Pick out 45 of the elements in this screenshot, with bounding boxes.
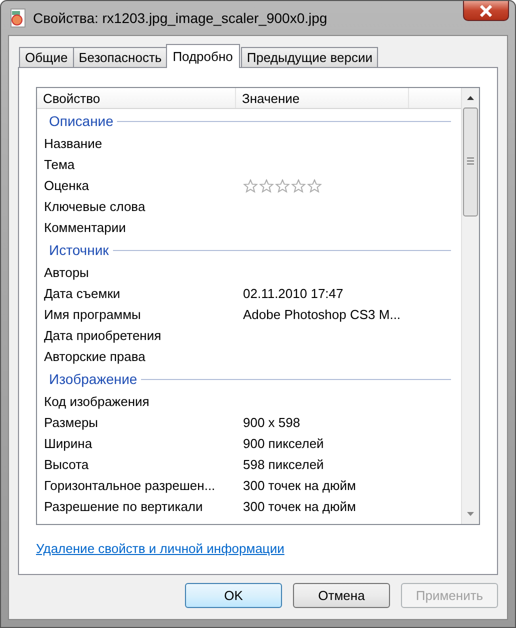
property-name: Высота (44, 457, 90, 472)
column-header[interactable]: Свойство (37, 88, 236, 108)
property-name: Дата приобретения (44, 328, 162, 343)
property-name: Комментарии (44, 220, 127, 235)
star-icon[interactable] (307, 178, 322, 192)
close-button[interactable] (463, 1, 509, 21)
property-value: 598 пикселей (243, 457, 324, 472)
tab[interactable]: Предыдущие версии (240, 47, 378, 67)
property-value: 900 пикселей (243, 436, 324, 451)
tab[interactable]: Подробно (166, 44, 240, 68)
property-name: Тема (44, 157, 76, 172)
property-name: Ширина (44, 436, 94, 451)
scrollbar[interactable] (461, 88, 479, 524)
property-name: Название (44, 136, 104, 151)
property-name: Ключевые слова (44, 199, 146, 214)
property-name: Оценка (44, 178, 90, 193)
property-value: 900 x 598 (243, 415, 300, 430)
group-heading: Описание (49, 113, 114, 129)
property-name: Код изображения (44, 394, 150, 409)
star-icon[interactable] (259, 178, 274, 192)
tab[interactable]: Общие (19, 47, 74, 67)
close-icon (479, 4, 493, 16)
dialog-button[interactable]: OK (185, 583, 282, 608)
group-heading: Источник (49, 242, 110, 258)
property-name: Авторские права (44, 349, 146, 364)
tab[interactable]: Безопасность (72, 47, 168, 67)
remove-properties-link[interactable]: Удаление свойств и личной информации (36, 541, 284, 556)
property-name: Авторы (44, 265, 90, 280)
star-icon[interactable] (275, 178, 290, 192)
property-name: Имя программы (44, 307, 142, 322)
property-name: Горизонтальное разрешен... (44, 478, 216, 493)
property-name: Разрешение по вертикали (44, 499, 204, 514)
dialog-button[interactable]: Отмена (293, 583, 390, 608)
star-icon[interactable] (243, 178, 258, 192)
column-header[interactable]: Значение (236, 88, 409, 108)
property-name: Дата съемки (44, 286, 122, 301)
property-value: Adobe Photoshop CS3 M... (243, 307, 401, 322)
image-file-icon (9, 8, 27, 28)
star-icon[interactable] (291, 178, 306, 192)
group-heading: Изображение (49, 371, 138, 387)
property-value: 300 точек на дюйм (243, 499, 356, 514)
property-value: 02.11.2010 17:47 (243, 286, 344, 301)
window-title: Свойства: rx1203.jpg_image_scaler_900x0.jpg (33, 10, 328, 26)
property-name: Размеры (44, 415, 100, 430)
property-value: 300 точек на дюйм (243, 478, 356, 493)
